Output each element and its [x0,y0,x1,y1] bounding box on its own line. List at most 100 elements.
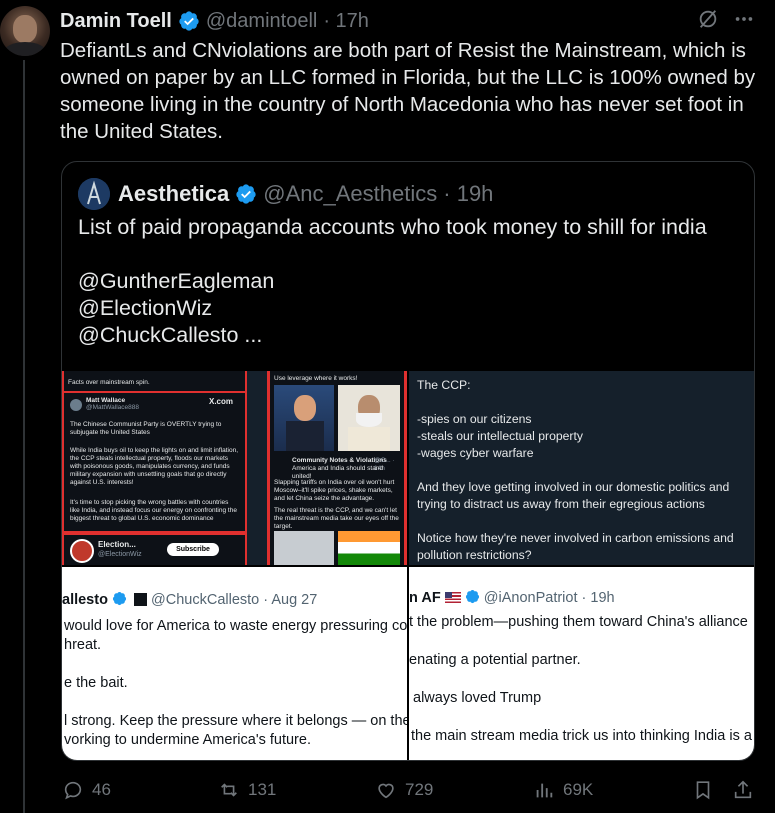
us-flag-icon [444,592,461,603]
chuck-line-3: e the bait. [64,675,128,691]
quote-verified-badge-icon [235,183,257,205]
quote-author-handle[interactable]: @Anc_Aesthetics [263,181,437,207]
bookmark-button[interactable] [692,779,714,801]
matt-handle: @MattWallace888 [86,404,139,411]
quote-header: Aesthetica @Anc_Aesthetics · 19h [78,178,493,210]
quote-text: List of paid propaganda accounts who too… [78,215,707,347]
ccp-line-2: -spies on our citizens [417,412,532,426]
leverage-caption: Use leverage where it works! [274,375,358,382]
anon-name: n AF [409,590,441,606]
photo-right [338,385,400,451]
media-divider [407,371,409,760]
more-options-icon[interactable] [733,8,755,36]
bookmark-icon [696,781,710,800]
ccp-line-3: -steals our intellectual property [417,429,583,443]
anon-line-2: enating a potential partner. [409,652,581,668]
chuck-line-1: would love for America to waste energy p… [64,618,407,634]
photo-bottom-left [274,531,334,565]
cn-line-3: The real threat is the CCP, and we can't… [274,507,399,530]
views-button[interactable]: 69K [533,779,593,801]
matt-post: Matt Wallace @MattWallace888 X.com The C… [64,393,245,531]
tweet-header: Damin Toell @damintoell · 17h [60,8,755,34]
share-button[interactable] [732,779,754,801]
action-bar: 46 131 729 69K [62,779,762,805]
thread-line [23,60,25,813]
grok-icon[interactable] [697,8,719,36]
like-count: 729 [405,780,434,799]
election-bar: Election... @ElectionWiz Subscribe [64,535,245,565]
media-image-3[interactable]: allesto @ChuckCallesto · Aug 27 would lo… [62,567,407,760]
quote-author-name[interactable]: Aesthetica [118,181,229,207]
subscribe-button[interactable]: Subscribe [167,543,219,556]
media-image-1[interactable]: Facts over mainstream spin. Matt Wallace… [62,371,407,565]
heart-icon [378,783,394,799]
ccp-gap-2 [417,462,747,479]
verified-badge-icon [178,10,200,32]
top-strip: Facts over mainstream spin. [64,371,245,391]
photo-left-suit [286,421,324,451]
avatar-face [13,15,37,43]
anon-time: · 19h [581,590,615,606]
quoted-tweet[interactable]: Aesthetica @Anc_Aesthetics · 19h List of… [61,161,755,761]
tweet-text: DefiantLs and CNviolations are both part… [60,39,761,143]
ccp-gap-1 [417,394,747,411]
election-avatar [70,539,94,563]
quote-avatar[interactable] [78,178,110,210]
ccp-line-4: -wages cyber warfare [417,446,534,460]
views-count: 69K [563,780,594,799]
ccp-text: The CCP: -spies on our citizens -steals … [417,377,747,564]
photo-right-beard [356,413,382,427]
quote-time[interactable]: · 19h [443,181,493,207]
chuck-time: · Aug 27 [263,592,318,608]
ccp-line-6: Notice how they're never involved in car… [417,531,734,562]
ccp-line-1: The CCP: [417,378,471,392]
ccp-gap-3 [417,513,747,530]
reply-button[interactable]: 46 [62,779,111,801]
anon-handle: @iAnonPatriot [483,590,578,606]
matt-avatar [70,399,82,411]
share-icon [734,780,752,799]
avatar-shirt [4,42,46,56]
media-image-2[interactable]: The CCP: -spies on our citizens -steals … [409,371,754,565]
election-handle: @ElectionWiz [98,551,142,558]
repost-button[interactable]: 131 [218,779,276,801]
media-image-4[interactable]: n AF @iAnonPatriot · 19h t the problem—p… [409,567,754,760]
chuck-logo-icon [134,593,147,606]
cn-name: Community Notes & Violations [292,457,387,464]
like-button[interactable]: 729 [375,779,433,801]
author-name[interactable]: Damin Toell [60,10,172,33]
matt-line-3: It's time to stop picking the wrong batt… [70,499,237,522]
top-strip-text: Facts over mainstream spin. [68,379,150,386]
media-grid: Facts over mainstream spin. Matt Wallace… [62,371,754,760]
right-collage: Use leverage where it works! Community N… [270,371,404,565]
reply-count: 46 [92,780,111,799]
views-icon [536,783,553,798]
anon-verified-icon [465,589,480,606]
author-handle[interactable]: @damintoell [206,10,317,33]
photo-right-garment [348,427,390,451]
repost-icon [221,783,237,797]
chuck-line-2: hreat. [64,637,102,653]
chuck-header: allesto @ChuckCallesto · Aug 27 [62,591,317,608]
ccp-line-5: And they love getting involved in our do… [417,480,730,511]
chuck-line-5: vorking to undermine America's future. [64,732,311,748]
reply-icon [64,781,82,800]
header-icons [697,8,755,36]
chuck-line-4: l strong. Keep the pressure where it bel… [64,713,407,729]
repost-count: 131 [248,780,277,799]
author-avatar[interactable] [0,6,50,56]
anon-line-4: the main stream media trick us into thin… [411,728,752,744]
anon-line-1: t the problem—pushing them toward China'… [409,614,748,630]
tweet-time[interactable]: · 17h [323,10,369,33]
anon-header: n AF @iAnonPatriot · 19h [409,589,615,606]
election-name: Election... [98,540,136,549]
photo-left [274,385,334,451]
india-flag-image [338,531,400,565]
photo-left-face [294,395,316,421]
cn-line-2: Slapping tariffs on India over oil won't… [274,479,395,502]
matt-line-2: While India buys oil to keep the lights … [70,447,239,486]
anon-line-3: always loved Trump [413,690,542,706]
chuck-name: allesto [62,592,108,608]
site-label: X.com [209,397,234,406]
chuck-handle: @ChuckCallesto [151,592,260,608]
